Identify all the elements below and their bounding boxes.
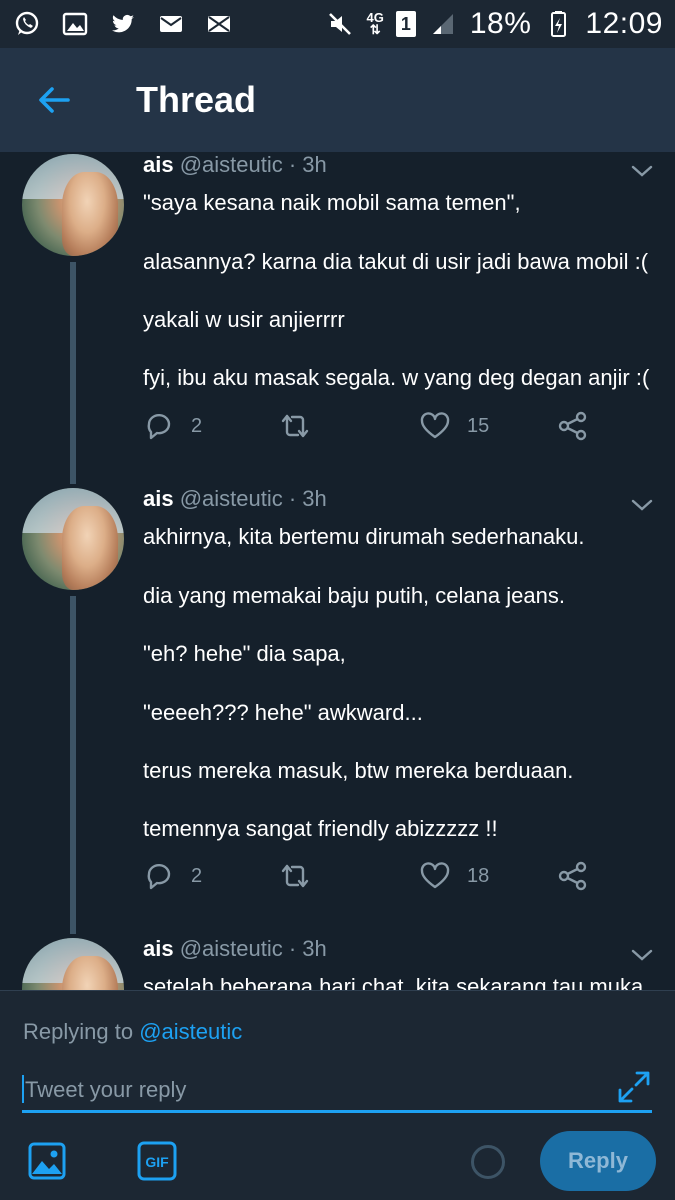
reply-placeholder: Tweet your reply [25,1077,187,1102]
retweet-action[interactable] [279,410,311,442]
reply-icon [147,413,171,440]
reply-count: 2 [191,864,203,887]
reply-composer: Replying to @aisteutic Tweet your reply … [0,990,675,1200]
reply-count: 2 [191,414,203,437]
back-button[interactable] [24,70,84,130]
sim-indicator: 1 [395,11,416,37]
avatar[interactable] [22,154,124,256]
like-count: 15 [467,414,490,437]
network-indicator: 4G ⇅ [366,10,384,37]
email-icon [204,9,234,39]
signal-icon [428,9,458,39]
page-title: Thread [136,79,257,120]
reply-button[interactable]: Reply [540,1131,656,1191]
retweet-action[interactable] [279,860,311,892]
whatsapp-icon [12,9,42,39]
text-cursor [22,1075,24,1103]
arrow-left-icon [39,87,70,113]
tweet-line: yakali w usir anjierrrr [143,307,345,332]
tweet-line: alasannya? karna dia takut di usir jadi … [143,249,649,274]
tweet[interactable]: ais @aisteutic · 3h "saya kesana naik mo… [0,152,675,488]
handle-and-time: @aisteutic · 3h [179,152,327,177]
tweet-line: dia yang memakai baju putih, celana jean… [143,583,565,608]
clock: 12:09 [585,7,663,40]
tweet-actions: 2 15 [143,410,603,444]
tweet-line: temennya sangat friendly abizzzzz !! [143,816,498,841]
mail-icon [156,9,186,39]
chevron-down-icon[interactable] [630,943,654,967]
tweet[interactable]: ais @aisteutic · 3h akhirnya, kita berte… [0,486,675,938]
tweet-line: terus mereka masuk, btw mereka berduaan. [143,758,574,783]
display-name[interactable]: ais [143,936,174,961]
tweet-line: fyi, ibu aku masak segala. w yang deg de… [143,365,650,390]
thread-feed[interactable]: ais @aisteutic · 3h "saya kesana naik mo… [0,152,675,990]
image-icon[interactable] [27,1141,67,1181]
share-action[interactable] [557,410,589,442]
tweet-line: "eeeeh??? hehe" awkward... [143,700,423,725]
tweet-header: ais @aisteutic · 3h [143,486,327,512]
heart-icon [420,862,450,889]
thread-connector [70,262,76,484]
chevron-down-icon[interactable] [630,159,654,183]
mute-icon [325,9,355,39]
chevron-down-icon[interactable] [630,493,654,517]
handle-and-time: @aisteutic · 3h [179,486,327,511]
replying-to: Replying to @aisteutic [23,1019,242,1045]
avatar[interactable] [22,488,124,590]
status-bar: 4G ⇅ 1 18% 12:09 [0,0,675,48]
reply-action[interactable]: 2 [143,410,202,442]
display-name[interactable]: ais [143,486,174,511]
handle-and-time: @aisteutic · 3h [179,936,327,961]
battery-icon [543,9,573,39]
expand-icon[interactable] [616,1069,652,1105]
tweet-header: ais @aisteutic · 3h [143,152,327,178]
tweet-header: ais @aisteutic · 3h [143,936,327,962]
share-action[interactable] [557,860,589,892]
retweet-icon [281,864,309,888]
reply-input[interactable]: Tweet your reply [22,1069,652,1113]
tweet-actions: 2 18 [143,860,603,894]
avatar[interactable] [22,938,124,990]
battery-percent: 18% [469,7,532,40]
display-name[interactable]: ais [143,152,174,177]
character-count-ring [471,1145,505,1179]
share-icon [558,411,587,441]
reply-action[interactable]: 2 [143,860,202,892]
composer-toolbar: GIF Reply [0,1131,675,1191]
like-action[interactable]: 15 [419,410,489,442]
twitter-icon [108,9,138,39]
gallery-icon [60,9,90,39]
gif-icon: GIF [137,1141,177,1181]
like-action[interactable]: 18 [419,860,489,892]
heart-icon [420,412,450,439]
tweet-line: "saya kesana naik mobil sama temen", [143,190,521,215]
retweet-icon [281,414,309,438]
replying-to-mention[interactable]: @aisteutic [139,1019,242,1044]
like-count: 18 [467,864,490,887]
replying-to-label: Replying to [23,1019,140,1044]
tweet-line: akhirnya, kita bertemu dirumah sederhana… [143,524,585,549]
tweet-line: "eh? hehe" dia sapa, [143,641,346,666]
gif-button[interactable]: GIF [137,1141,177,1181]
reply-icon [147,863,171,890]
share-icon [558,861,587,891]
app-header: Thread [0,48,675,152]
tweet-line: setelah beberapa hari chat, kita sekaran… [143,974,644,990]
gif-label: GIF [145,1154,169,1170]
tweet[interactable]: ais @aisteutic · 3h setelah beberapa har… [0,936,675,990]
thread-connector [70,596,76,934]
